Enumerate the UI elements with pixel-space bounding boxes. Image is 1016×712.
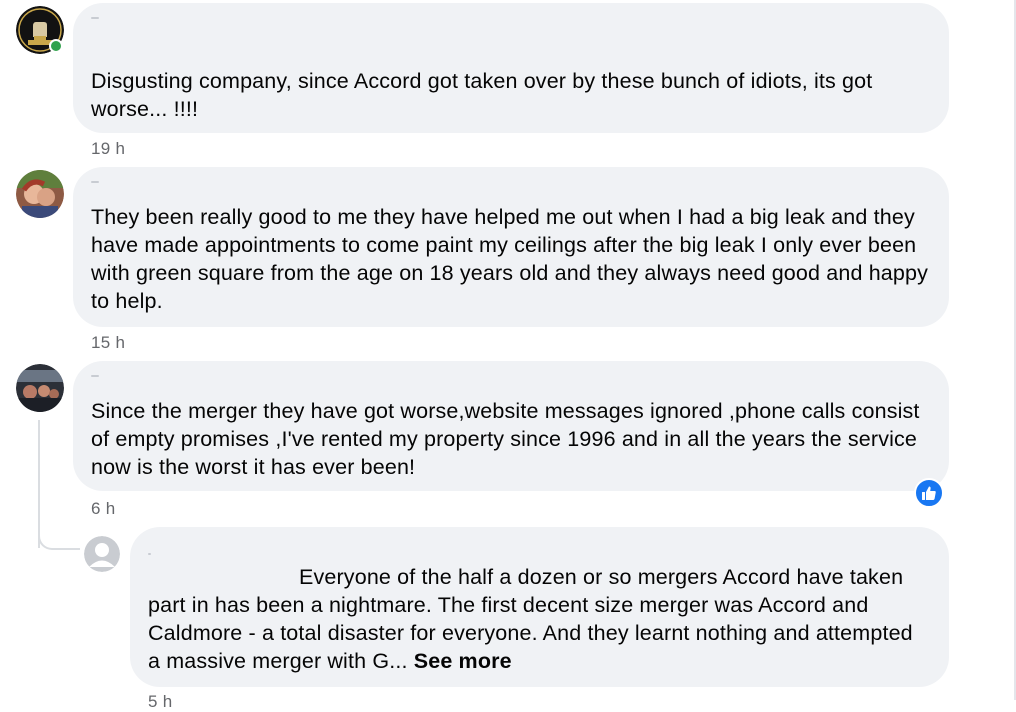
comment-timestamp[interactable]: 15 h: [91, 333, 125, 353]
author-name-redacted: [91, 17, 99, 19]
comment-timestamp[interactable]: 6 h: [91, 499, 116, 519]
comment-bubble: Disgusting company, since Accord got tak…: [73, 3, 949, 133]
online-status-dot: [49, 39, 63, 53]
see-more-link[interactable]: See more: [414, 649, 512, 673]
user-photo: [16, 364, 64, 412]
comment-text: Since the merger they have got worse,web…: [91, 399, 920, 479]
default-person-icon: [84, 536, 120, 572]
reply-text-block: Everyone of the half a dozen or so merge…: [148, 563, 929, 675]
comment-timestamp[interactable]: 5 h: [148, 692, 173, 712]
reply-bubble: Everyone of the half a dozen or so merge…: [130, 527, 949, 687]
like-icon: [922, 486, 936, 500]
comment-text: They been really good to me they have he…: [91, 205, 929, 313]
avatar[interactable]: [16, 170, 64, 218]
avatar[interactable]: [84, 536, 120, 572]
avatar[interactable]: [16, 364, 64, 412]
user-photo: [16, 170, 64, 218]
like-reaction-badge[interactable]: [914, 478, 944, 508]
comment-timestamp[interactable]: 19 h: [91, 139, 125, 159]
thread-connector-curve: [38, 536, 80, 550]
thread-connector-line: [38, 420, 40, 548]
comment-text: Everyone of the half a dozen or so merge…: [148, 565, 913, 673]
author-name-redacted: [148, 553, 151, 555]
comment-bubble: Since the merger they have got worse,web…: [73, 361, 949, 491]
author-name-redacted: [91, 375, 99, 377]
comment-text: Disgusting company, since Accord got tak…: [91, 69, 873, 121]
author-name-redacted: [91, 181, 99, 183]
comment-bubble: They been really good to me they have he…: [73, 167, 949, 327]
